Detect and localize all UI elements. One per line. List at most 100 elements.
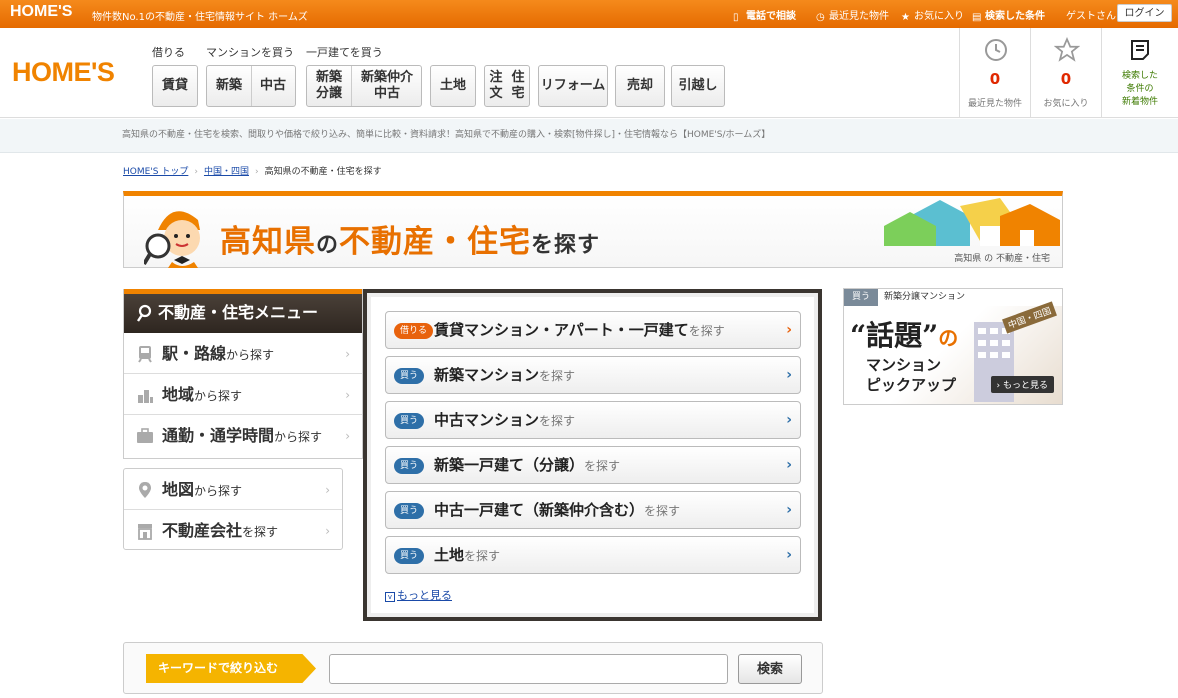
chevron-right-icon: › [786, 322, 792, 338]
map-pin-icon [139, 482, 151, 498]
ad-more-button[interactable]: › もっと見る [990, 376, 1054, 393]
document-icon: ▤ [972, 12, 982, 23]
side-menu-item-area[interactable]: 地域から探す › [124, 374, 362, 415]
detective-mascot-icon [144, 211, 200, 268]
nav-tochi-button[interactable]: 土地 [430, 65, 476, 107]
houses-illustration [884, 198, 1060, 246]
side-menu-item-map[interactable]: 地図から探す › [124, 469, 342, 510]
nav-chintai-button[interactable]: 賃貸 [152, 65, 198, 107]
property-type-menu: 借りる 賃貸マンション・アパート・一戸建てを探す › 買う 新築マンションを探す ›… [363, 289, 822, 621]
recent-link[interactable]: ◷ 最近見た物件 [816, 7, 889, 23]
recent-pane[interactable]: 0 最近見た物件 [959, 28, 1030, 118]
phone-consult-link[interactable]: ▯ 電話で相談 [733, 7, 796, 23]
nav-baikyaku-button[interactable]: 売却 [615, 65, 665, 107]
phone-icon: ▯ [733, 12, 739, 23]
keyword-search: キーワードで絞り込む 検索 [123, 642, 823, 694]
chevron-right-icon: › [786, 412, 792, 428]
breadcrumb-current: 高知県の不動産・住宅を探す [264, 167, 382, 177]
chevron-right-icon: › [345, 388, 350, 402]
search-button[interactable]: 検索 [738, 654, 802, 684]
more-link[interactable]: v もっと見る [385, 587, 452, 603]
new-listings-label: 検索した 条件の 新着物件 [1121, 71, 1158, 107]
ad-headline: “話題”の [850, 319, 959, 352]
group-house-label: 一戸建てを買う [306, 46, 383, 59]
breadcrumb-region-link[interactable]: 中国・四国 [204, 167, 249, 177]
group-mansion-label: マンションを買う [206, 46, 294, 59]
group-rent-label: 借りる [152, 46, 185, 59]
buy-tag: 買う [394, 458, 425, 474]
global-header: HOME'S 借りる マンションを買う 一戸建てを買う 賃貸 新築 中古 新築分… [0, 28, 1178, 118]
ad-line3: ピックアップ [866, 376, 957, 394]
recent-count: 0 [989, 70, 1001, 88]
buy-tag: 買う [394, 413, 425, 429]
side-menu-item-company[interactable]: 不動産会社を探す › [124, 510, 342, 551]
ad-header: 買う 新築分譲マンション [844, 289, 1062, 306]
favorite-link[interactable]: ★ お気に入り [901, 7, 964, 23]
nav-reform-button[interactable]: リフォーム [538, 65, 608, 107]
nav-chumon-button[interactable]: 注文 住宅 [484, 65, 530, 107]
chevron-right-icon: › [786, 502, 792, 518]
breadcrumb-top-link[interactable]: HOME'S トップ [123, 167, 188, 177]
favorite-label: お気に入り [1043, 99, 1089, 109]
menu-row-new-house[interactable]: 買う 新築一戸建て（分譲）を探す › [385, 446, 801, 484]
nav-house-group: 新築 分譲 新築仲介 中古 [306, 65, 422, 107]
side-menu: 不動産・住宅メニュー 駅・路線から探す › 地域から探す › 通勤・通学時間から… [123, 289, 363, 459]
side-menu-item-commute[interactable]: 通勤・通学時間から探す › [124, 415, 362, 456]
menu-row-rent[interactable]: 借りる 賃貸マンション・アパート・一戸建てを探す › [385, 311, 801, 349]
chevron-right-icon: › [786, 457, 792, 473]
searched-conditions-link[interactable]: ▤ 検索した条件 [972, 7, 1045, 23]
ad-line2: マンション [866, 356, 942, 374]
new-listings-pane[interactable]: 検索した 条件の 新着物件 [1101, 28, 1178, 118]
buy-tag: 買う [394, 368, 425, 384]
banner-title: 高知県の不動産・住宅を探す [220, 224, 601, 260]
keyword-label: キーワードで絞り込む [146, 654, 316, 683]
page-description: 高知県の不動産・住宅を検索、間取りや価格で絞り込み、簡単に比較・資料請求！高知県… [0, 119, 1178, 153]
chevron-right-icon: › [345, 429, 350, 443]
topbar-logo[interactable]: HOME'S [10, 3, 72, 21]
favorite-count: 0 [1060, 70, 1072, 88]
briefcase-icon [137, 428, 153, 443]
chevron-down-icon: v [385, 592, 395, 602]
topbar-tagline: 物件数No.1の不動産・住宅情報サイト ホームズ [92, 12, 308, 23]
side-menu-title: 不動産・住宅メニュー [124, 289, 362, 333]
chevron-right-icon: › [786, 367, 792, 383]
chevron-right-icon: › [325, 524, 330, 538]
buildings-icon [138, 390, 153, 403]
buy-tag: 買う [844, 289, 879, 306]
chevron-right-icon: › [786, 547, 792, 563]
menu-row-land[interactable]: 買う 土地を探す › [385, 536, 801, 574]
search-icon [137, 304, 152, 322]
ad-body: “話題”の マンション ピックアップ 中国・四国 › もっと見る [844, 301, 1062, 404]
rent-tag: 借りる [394, 323, 434, 339]
nav-shinchiku-bunjo-button[interactable]: 新築 分譲 [307, 70, 351, 102]
homes-logo[interactable]: HOME'S [12, 57, 115, 88]
recent-label: 最近見た物件 [967, 99, 1022, 109]
shop-icon [138, 524, 152, 540]
top-bar: HOME'S 物件数No.1の不動産・住宅情報サイト ホームズ ▯ 電話で相談 ◷… [0, 0, 1178, 28]
menu-row-used-mansion[interactable]: 買う 中古マンションを探す › [385, 401, 801, 439]
breadcrumb: HOME'S トップ › 中国・四国 › 高知県の不動産・住宅を探す [123, 167, 382, 177]
nav-shinchiku-chukai-button[interactable]: 新築仲介 中古 [352, 70, 422, 102]
side-menu-secondary: 地図から探す › 不動産会社を探す › [123, 468, 343, 550]
nav-shinchiku-button[interactable]: 新築 [216, 78, 242, 94]
side-menu-item-station[interactable]: 駅・路線から探す › [124, 333, 362, 374]
train-icon [138, 346, 152, 363]
note-icon [1131, 40, 1149, 60]
nav-hikkoshi-button[interactable]: 引越し [671, 65, 725, 107]
menu-row-new-mansion[interactable]: 買う 新築マンションを探す › [385, 356, 801, 394]
nav-chuko-button[interactable]: 中古 [260, 78, 286, 94]
clock-icon [985, 39, 1007, 61]
guest-name: ゲストさん [1066, 11, 1116, 22]
banner-caption: 高知県 の 不動産・住宅 [954, 254, 1050, 264]
menu-row-used-house[interactable]: 買う 中古一戸建て（新築仲介含む）を探す › [385, 491, 801, 529]
favorite-pane[interactable]: 0 お気に入り [1030, 28, 1101, 118]
chevron-right-icon: › [325, 483, 330, 497]
buy-tag: 買う [394, 548, 425, 564]
ad-banner[interactable]: 買う 新築分譲マンション “話題”の マンション ピックアップ 中国・四国 › も… [843, 288, 1063, 405]
page-title-banner: 高知県の不動産・住宅を探す 高知県 の 不動産・住宅 [123, 191, 1063, 268]
keyword-input[interactable] [329, 654, 728, 684]
star-icon: ★ [901, 12, 910, 23]
login-button[interactable]: ログイン [1117, 4, 1172, 22]
clock-icon: ◷ [816, 12, 825, 23]
buy-tag: 買う [394, 503, 425, 519]
